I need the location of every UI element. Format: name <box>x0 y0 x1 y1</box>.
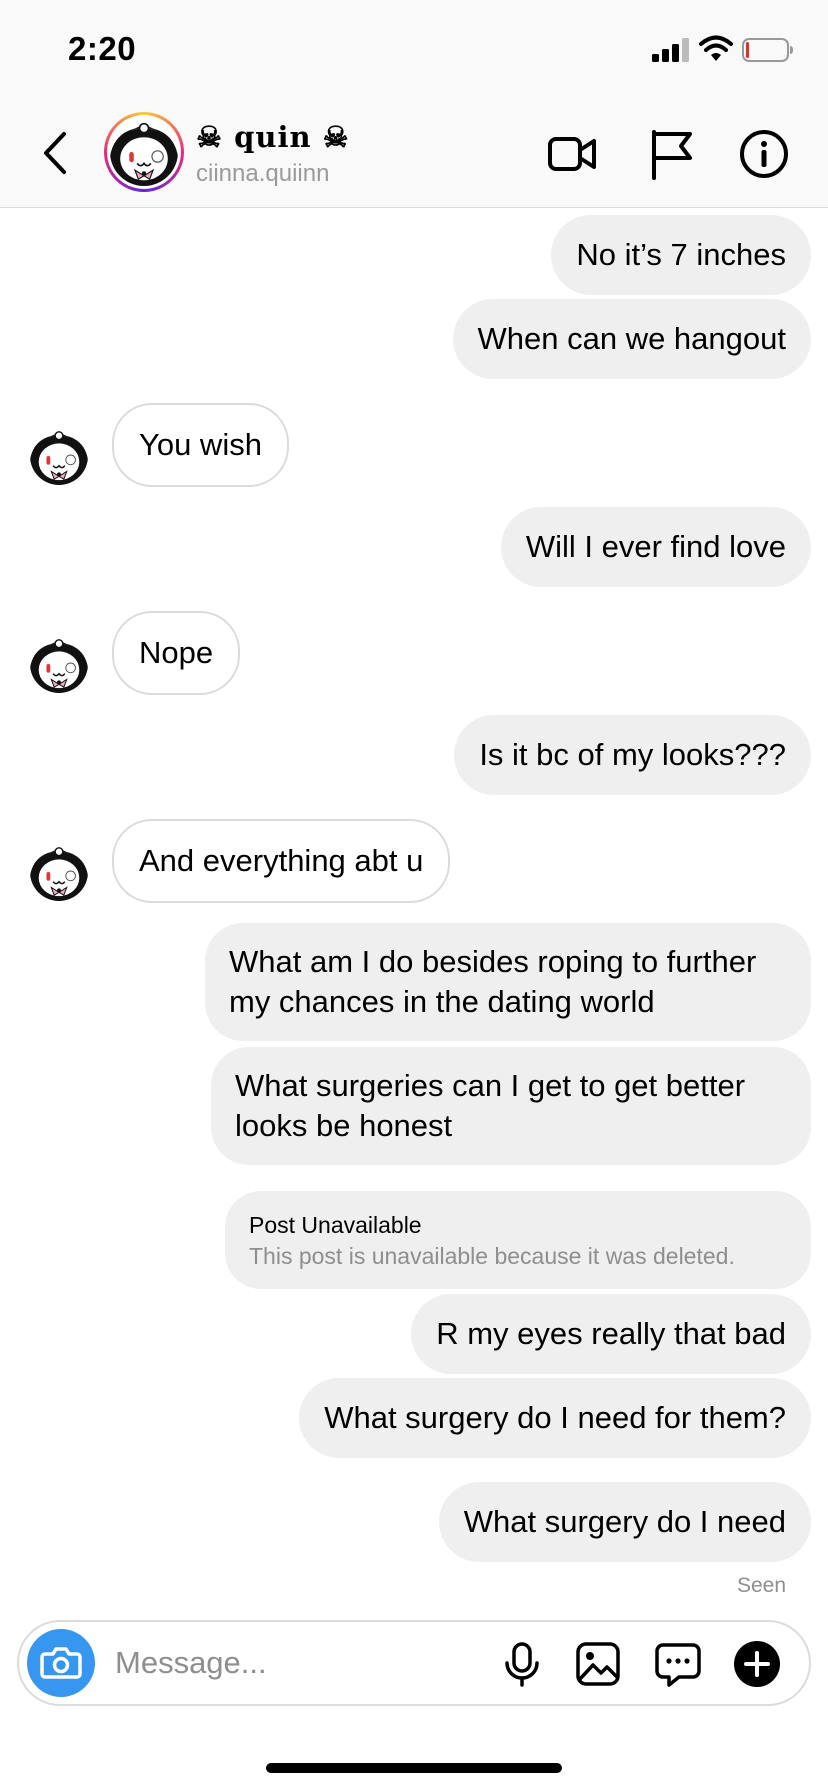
cellular-signal-icon <box>652 38 690 62</box>
contact-avatar[interactable] <box>104 112 184 192</box>
camera-icon <box>40 1647 82 1679</box>
battery-icon <box>742 38 793 62</box>
wifi-icon <box>699 35 733 61</box>
received-message[interactable]: Nope <box>112 611 241 695</box>
plus-icon[interactable] <box>732 1639 782 1689</box>
sent-message[interactable]: Is it bc of my looks??? <box>454 715 811 795</box>
chat-header: ☠ quin ☠ ciinna.quiinn <box>0 100 828 208</box>
message-composer <box>17 1620 811 1706</box>
received-message[interactable]: You wish <box>112 403 289 487</box>
post-title: Post Unavailable <box>249 1212 422 1238</box>
sent-message[interactable]: No it’s 7 inches <box>551 215 811 295</box>
back-button[interactable] <box>36 128 76 178</box>
message-input[interactable] <box>115 1641 445 1685</box>
video-call-icon[interactable] <box>544 126 600 182</box>
flag-icon[interactable] <box>644 126 700 182</box>
gallery-icon[interactable] <box>573 1639 623 1689</box>
sent-message[interactable]: R my eyes really that bad <box>411 1294 811 1374</box>
sticker-message-icon[interactable] <box>653 1639 703 1689</box>
sender-avatar[interactable] <box>30 635 88 693</box>
sent-message[interactable]: What surgeries can I get to get better l… <box>211 1047 811 1165</box>
message-thread[interactable]: No it’s 7 inches When can we hangout You… <box>0 208 828 1608</box>
home-indicator[interactable] <box>266 1763 562 1773</box>
received-message[interactable]: And everything abt u <box>112 819 451 903</box>
camera-button[interactable] <box>27 1629 95 1697</box>
status-time: 2:20 <box>68 30 137 67</box>
seen-indicator: Seen <box>736 1574 786 1597</box>
sent-message[interactable]: What am I do besides roping to further m… <box>205 923 811 1041</box>
microphone-icon[interactable] <box>497 1639 547 1689</box>
sent-message[interactable]: What surgery do I need for them? <box>299 1378 811 1458</box>
sent-message[interactable]: When can we hangout <box>452 299 811 379</box>
sender-avatar[interactable] <box>30 427 88 485</box>
post-subtitle: This post is unavailable because it was … <box>249 1243 735 1269</box>
status-bar: 2:20 <box>0 0 828 100</box>
contact-name[interactable]: ☠ quin ☠ <box>196 120 350 154</box>
sent-message[interactable]: What surgery do I need <box>438 1482 811 1562</box>
sent-message[interactable]: Will I ever find love <box>500 507 811 587</box>
sender-avatar[interactable] <box>30 843 88 901</box>
unavailable-post-card[interactable]: Post Unavailable This post is unavailabl… <box>225 1191 811 1289</box>
contact-username[interactable]: ciinna.quiinn <box>196 160 329 188</box>
info-icon[interactable] <box>736 126 792 182</box>
